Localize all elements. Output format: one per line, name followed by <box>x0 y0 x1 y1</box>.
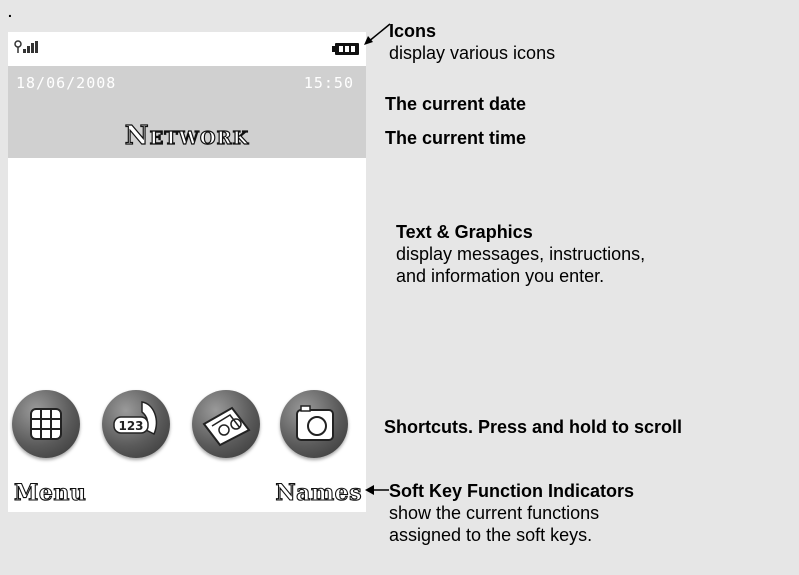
date-annotation: The current date <box>385 94 527 114</box>
text-graphics-desc-1: display messages, instructions, <box>396 244 646 264</box>
softkeys-annotation: Soft Key Function Indicators show the cu… <box>389 480 634 546</box>
softkeys-pointer-arrow <box>365 485 389 495</box>
softkey-left-menu[interactable]: Menu <box>13 479 86 506</box>
text-graphics-desc-2: and information you enter. <box>396 266 605 286</box>
time-annotation: The current time <box>385 128 527 148</box>
network-name: Network <box>124 120 250 151</box>
softkeys-desc-1: show the current functions <box>389 503 600 523</box>
shortcut-messages[interactable] <box>192 390 260 458</box>
icons-annotation: Icons display various icons <box>389 20 555 64</box>
idle-header: 18/06/2008 15:50 Network <box>8 66 366 158</box>
softkey-right-names[interactable]: Names <box>275 479 362 506</box>
current-time: 15:50 <box>303 74 354 92</box>
text-graphics-title: Text & Graphics <box>396 222 533 242</box>
text-graphics-annotation: Text & Graphics display messages, instru… <box>396 221 645 287</box>
shortcut-menu[interactable] <box>12 390 80 458</box>
grid-menu-icon <box>30 408 62 440</box>
shortcuts-annotation: Shortcuts. Press and hold to scroll <box>384 417 683 437</box>
camera-icon <box>296 405 334 441</box>
current-date: 18/06/2008 <box>16 74 117 92</box>
shortcut-dialer[interactable]: 123 <box>102 390 170 458</box>
phone-screen: 18/06/2008 15:50 Network 123 Menu Names <box>8 32 366 512</box>
icons-pointer-arrow <box>364 23 391 45</box>
shortcut-bar: 123 <box>8 390 366 470</box>
svg-text:123: 123 <box>118 419 143 433</box>
softkeys-title: Soft Key Function Indicators <box>389 481 635 501</box>
top-mark: . <box>8 4 12 20</box>
softkeys-desc-2: assigned to the soft keys. <box>389 525 593 545</box>
signal-strength-icon <box>14 40 38 53</box>
battery-icon <box>332 43 359 55</box>
message-icon <box>202 406 251 447</box>
shortcut-camera[interactable] <box>280 390 348 458</box>
icons-annotation-title: Icons <box>389 21 437 41</box>
phone-123-icon: 123 <box>113 401 158 436</box>
icons-annotation-desc: display various icons <box>389 43 556 63</box>
status-bar <box>8 32 366 66</box>
